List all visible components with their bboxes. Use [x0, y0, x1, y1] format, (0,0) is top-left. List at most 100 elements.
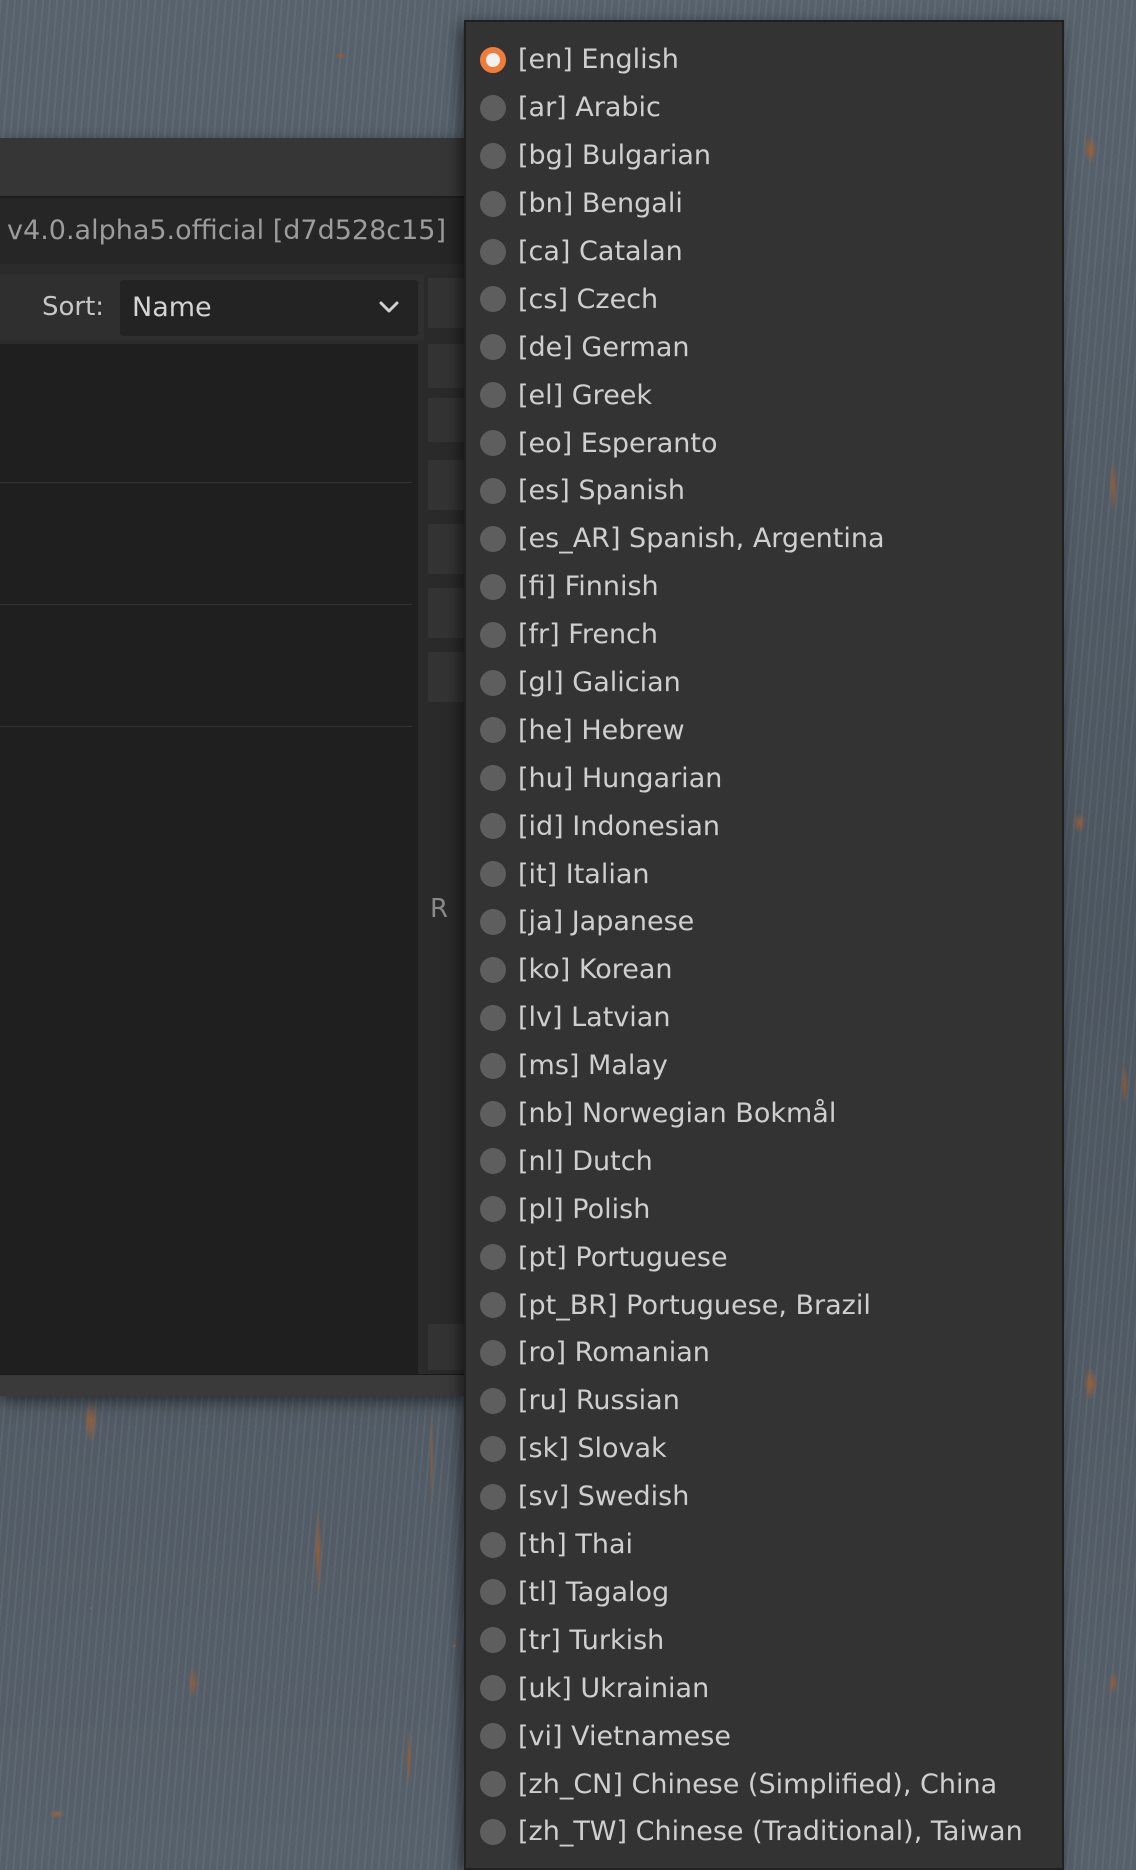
radio-unchecked-icon[interactable] [480, 525, 506, 552]
sort-dropdown[interactable]: Name [120, 280, 418, 336]
language-option-es[interactable]: [es] Spanish [466, 467, 1062, 515]
radio-unchecked-icon[interactable] [480, 861, 506, 888]
language-option-lv[interactable]: [lv] Latvian [466, 994, 1062, 1042]
side-button[interactable] [428, 1324, 466, 1370]
language-option-pt[interactable]: [pt] Portuguese [466, 1233, 1062, 1281]
language-option-gl[interactable]: [gl] Galician [466, 659, 1062, 707]
side-button[interactable] [428, 588, 466, 638]
language-option-tl[interactable]: [tl] Tagalog [466, 1569, 1062, 1617]
radio-unchecked-icon[interactable] [480, 621, 506, 648]
radio-unchecked-icon[interactable] [480, 813, 506, 840]
radio-unchecked-icon[interactable] [480, 334, 506, 361]
side-button[interactable] [428, 652, 466, 702]
language-option-fi[interactable]: [fi] Finnish [466, 563, 1062, 611]
radio-unchecked-icon[interactable] [480, 573, 506, 600]
language-option-ar[interactable]: [ar] Arabic [466, 84, 1062, 132]
radio-unchecked-icon[interactable] [480, 765, 506, 792]
radio-unchecked-icon[interactable] [480, 1627, 506, 1654]
language-option-tr[interactable]: [tr] Turkish [466, 1616, 1062, 1664]
version-bar: v4.0.alpha5.official [d7d528c15] [0, 198, 466, 264]
language-option-ru[interactable]: [ru] Russian [466, 1377, 1062, 1425]
side-button[interactable] [428, 344, 466, 388]
side-button[interactable] [428, 524, 466, 574]
language-option-pl[interactable]: [pl] Polish [466, 1185, 1062, 1233]
radio-unchecked-icon[interactable] [480, 477, 506, 504]
language-option-vi[interactable]: [vi] Vietnamese [466, 1712, 1062, 1760]
language-option-label: [cs] Czech [518, 283, 659, 315]
language-option-id[interactable]: [id] Indonesian [466, 802, 1062, 850]
radio-unchecked-icon[interactable] [480, 142, 506, 169]
language-option-sv[interactable]: [sv] Swedish [466, 1473, 1062, 1521]
language-option-bn[interactable]: [bn] Bengali [466, 180, 1062, 228]
language-option-label: [th] Thai [518, 1529, 634, 1561]
radio-unchecked-icon[interactable] [480, 1771, 506, 1797]
radio-unchecked-icon[interactable] [480, 1148, 506, 1175]
radio-unchecked-icon[interactable] [480, 1052, 506, 1079]
radio-unchecked-icon[interactable] [480, 382, 506, 409]
language-option-label: [bn] Bengali [518, 188, 683, 220]
language-option-label: [hu] Hungarian [518, 762, 723, 794]
language-option-es-ar[interactable]: [es_AR] Spanish, Argentina [466, 515, 1062, 563]
language-option-ja[interactable]: [ja] Japanese [466, 898, 1062, 946]
language-option-fr[interactable]: [fr] French [466, 611, 1062, 659]
language-option-nl[interactable]: [nl] Dutch [466, 1137, 1062, 1185]
horizontal-scrollbar[interactable] [0, 1374, 466, 1396]
radio-unchecked-icon[interactable] [480, 1339, 506, 1366]
language-option-ca[interactable]: [ca] Catalan [466, 228, 1062, 276]
sort-selected-value: Name [132, 292, 212, 323]
language-option-label: [pt_BR] Portuguese, Brazil [518, 1289, 871, 1321]
version-label: v4.0.alpha5.official [d7d528c15] [7, 215, 446, 246]
side-button[interactable] [428, 278, 466, 328]
language-option-ms[interactable]: [ms] Malay [466, 1042, 1062, 1090]
language-option-label: [ms] Malay [518, 1050, 668, 1082]
radio-unchecked-icon[interactable] [480, 908, 506, 935]
language-option-el[interactable]: [el] Greek [466, 371, 1062, 419]
radio-unchecked-icon[interactable] [480, 1723, 506, 1750]
language-option-label: [vi] Vietnamese [518, 1720, 731, 1752]
language-option-bg[interactable]: [bg] Bulgarian [466, 132, 1062, 180]
radio-unchecked-icon[interactable] [480, 1100, 506, 1127]
radio-unchecked-icon[interactable] [480, 1292, 506, 1319]
project-list[interactable] [0, 344, 418, 1374]
language-option-zh-tw[interactable]: [zh_TW] Chinese (Traditional), Taiwan [466, 1808, 1062, 1856]
language-option-he[interactable]: [he] Hebrew [466, 706, 1062, 754]
language-option-th[interactable]: [th] Thai [466, 1521, 1062, 1569]
radio-unchecked-icon[interactable] [480, 94, 506, 121]
radio-unchecked-icon[interactable] [480, 956, 506, 983]
language-option-ro[interactable]: [ro] Romanian [466, 1329, 1062, 1377]
radio-unchecked-icon[interactable] [480, 190, 506, 217]
radio-checked-icon[interactable] [480, 46, 506, 73]
language-option-label: [ko] Korean [518, 954, 673, 986]
language-option-nb[interactable]: [nb] Norwegian Bokmål [466, 1090, 1062, 1138]
language-option-uk[interactable]: [uk] Ukrainian [466, 1664, 1062, 1712]
radio-unchecked-icon[interactable] [480, 1579, 506, 1606]
radio-unchecked-icon[interactable] [480, 1004, 506, 1031]
language-option-cs[interactable]: [cs] Czech [466, 275, 1062, 323]
language-option-hu[interactable]: [hu] Hungarian [466, 754, 1062, 802]
radio-unchecked-icon[interactable] [480, 238, 506, 265]
language-option-pt-br[interactable]: [pt_BR] Portuguese, Brazil [466, 1281, 1062, 1329]
radio-unchecked-icon[interactable] [480, 1675, 506, 1702]
language-option-zh-cn[interactable]: [zh_CN] Chinese (Simplified), China [466, 1760, 1062, 1808]
language-option-en[interactable]: [en] English [466, 36, 1062, 84]
radio-unchecked-icon[interactable] [480, 669, 506, 696]
language-option-de[interactable]: [de] German [466, 323, 1062, 371]
radio-unchecked-icon[interactable] [480, 1244, 506, 1271]
radio-unchecked-icon[interactable] [480, 1387, 506, 1414]
language-option-label: [gl] Galician [518, 667, 681, 699]
radio-unchecked-icon[interactable] [480, 430, 506, 457]
language-option-it[interactable]: [it] Italian [466, 850, 1062, 898]
radio-unchecked-icon[interactable] [480, 1818, 506, 1845]
side-button[interactable] [428, 398, 466, 442]
radio-unchecked-icon[interactable] [480, 1531, 506, 1558]
language-option-ko[interactable]: [ko] Korean [466, 946, 1062, 994]
language-option-sk[interactable]: [sk] Slovak [466, 1425, 1062, 1473]
radio-unchecked-icon[interactable] [480, 1196, 506, 1223]
language-option-label: [sv] Swedish [518, 1481, 690, 1513]
radio-unchecked-icon[interactable] [480, 1483, 506, 1510]
radio-unchecked-icon[interactable] [480, 286, 506, 313]
side-button[interactable] [428, 460, 466, 510]
language-option-eo[interactable]: [eo] Esperanto [466, 419, 1062, 467]
radio-unchecked-icon[interactable] [480, 1435, 506, 1462]
radio-unchecked-icon[interactable] [480, 717, 506, 744]
